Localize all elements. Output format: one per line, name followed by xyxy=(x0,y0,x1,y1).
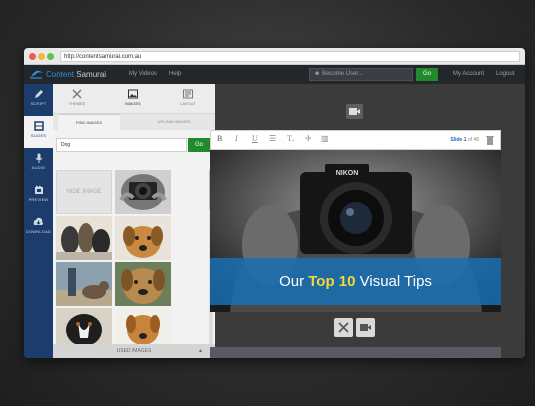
image-result-thumbnail[interactable] xyxy=(56,262,112,306)
image-result-thumbnail[interactable] xyxy=(115,216,171,260)
app-navbar: Content Samurai My Videos Help ☻ Become … xyxy=(24,65,525,84)
tool-tabs: THEMES IMAGES LAYOUT xyxy=(53,84,215,114)
bold-button[interactable]: B xyxy=(217,134,222,143)
maximize-window-dot[interactable] xyxy=(47,53,54,60)
sidebar-label-preview: PREVIEW xyxy=(28,197,49,202)
slide-video-button[interactable] xyxy=(356,318,375,337)
left-sidebar: SCRIPT SLIDES AUDIO PREVIEW DOWNLOAD xyxy=(24,84,53,358)
svg-text:NIKON: NIKON xyxy=(336,170,359,177)
logo-prefix: Content xyxy=(46,70,75,79)
move-button[interactable]: ✛ xyxy=(305,134,312,143)
dogs-group-image xyxy=(56,216,112,260)
slide-canvas[interactable]: NIKON Our Top 10 Visual Tips xyxy=(210,150,501,312)
bernese-dog-image xyxy=(56,308,112,344)
image-search-go-button[interactable]: Go xyxy=(188,138,210,152)
tab-layout-label: LAYOUT xyxy=(180,101,196,106)
user-icon: ☻ xyxy=(314,71,321,77)
nav-my-videos[interactable]: My Videos xyxy=(129,71,157,77)
dog-walking-image xyxy=(56,262,112,306)
image-source-tabs: FIND IMAGES UPLOAD IMAGES xyxy=(53,114,215,130)
sidebar-label-download: DOWNLOAD xyxy=(25,229,52,234)
image-results-grid: HIDE IMAGE xyxy=(53,170,208,344)
nav-my-account[interactable]: My Account xyxy=(453,71,484,77)
used-images-label: USED IMAGES xyxy=(116,348,152,354)
layout-icon xyxy=(183,89,193,99)
pencil-icon xyxy=(34,90,43,98)
image-result-thumbnail[interactable] xyxy=(115,170,171,214)
slide-headline-banner[interactable]: Our Top 10 Visual Tips xyxy=(210,258,501,305)
tab-images[interactable]: IMAGES xyxy=(113,87,153,106)
tab-layout[interactable]: LAYOUT xyxy=(168,87,208,106)
logo-text[interactable]: Content Samurai xyxy=(46,70,106,79)
image-result-thumbnail[interactable] xyxy=(56,216,112,260)
image-result-thumbnail[interactable] xyxy=(56,308,112,344)
next-slide-preview[interactable] xyxy=(210,347,501,358)
become-user-label: Become User... xyxy=(322,71,364,77)
slide-number: Slide 1 xyxy=(450,137,467,143)
slide-counter: Slide 1 of 48 xyxy=(450,137,479,143)
remove-slide-button[interactable] xyxy=(334,318,353,337)
video-camera-icon xyxy=(360,324,371,331)
nav-help[interactable]: Help xyxy=(169,71,181,77)
image-result-thumbnail[interactable] xyxy=(115,308,171,344)
sidebar-label-slides: SLIDES xyxy=(30,133,47,138)
sidebar-item-audio[interactable]: AUDIO xyxy=(24,148,53,180)
slide-total: of 48 xyxy=(467,137,479,143)
image-result-thumbnail[interactable] xyxy=(115,262,171,306)
golden-dog-image xyxy=(115,308,171,344)
headline-after: Visual Tips xyxy=(355,273,432,290)
slide-text-toolbar: B I U ☰ Tₓ ✛ ▥ Slide 1 of 48 xyxy=(210,130,501,150)
logo-icon xyxy=(30,70,43,79)
clear-format-button[interactable]: Tₓ xyxy=(287,134,294,143)
address-bar[interactable]: http://contentsamurai.com.au xyxy=(60,51,520,62)
image-search-row: Dog Go xyxy=(53,134,215,156)
close-window-dot[interactable] xyxy=(29,53,36,60)
video-camera-icon xyxy=(349,108,360,115)
align-button[interactable]: ☰ xyxy=(269,134,276,143)
nav-logout[interactable]: Logout xyxy=(496,71,514,77)
become-user-select[interactable]: ☻ Become User... xyxy=(309,68,413,81)
underline-button[interactable]: U xyxy=(252,134,258,143)
sidebar-label-audio: AUDIO xyxy=(31,165,46,170)
images-panel: THEMES IMAGES LAYOUT FIND IMAGES UPLOAD … xyxy=(53,84,215,358)
image-search-input[interactable]: Dog xyxy=(56,138,187,152)
cloud-download-icon xyxy=(33,217,43,225)
become-user-go-button[interactable]: Go xyxy=(416,68,438,81)
camera-photo-image xyxy=(115,170,171,214)
headline-highlight: Top 10 xyxy=(308,273,356,290)
minimize-window-dot[interactable] xyxy=(38,53,45,60)
logo-suffix: Samurai xyxy=(76,70,107,79)
headline-before: Our xyxy=(279,273,309,290)
chevron-up-icon: ▲ xyxy=(198,348,203,354)
used-images-bar[interactable]: USED IMAGES ▲ xyxy=(53,344,215,358)
dog-closeup-image xyxy=(115,262,171,306)
tab-find-images[interactable]: FIND IMAGES xyxy=(58,114,120,130)
scissors-icon xyxy=(338,322,349,333)
browser-titlebar: http://contentsamurai.com.au xyxy=(24,48,525,65)
slides-icon xyxy=(33,121,44,131)
tab-themes-label: THEMES xyxy=(68,101,86,106)
sidebar-label-script: SCRIPT xyxy=(30,101,47,106)
add-video-button[interactable] xyxy=(346,104,363,119)
layout-button[interactable]: ▥ xyxy=(321,134,329,143)
italic-button[interactable]: I xyxy=(235,134,238,143)
tab-themes[interactable]: THEMES xyxy=(57,87,97,106)
sidebar-item-script[interactable]: SCRIPT xyxy=(24,84,53,116)
image-icon xyxy=(128,89,138,99)
sidebar-item-slides[interactable]: SLIDES xyxy=(24,116,53,148)
film-icon xyxy=(34,185,43,194)
scissors-icon xyxy=(72,89,82,99)
tab-images-label: IMAGES xyxy=(125,101,141,106)
sidebar-item-preview[interactable]: PREVIEW xyxy=(24,180,53,212)
sidebar-item-download[interactable]: DOWNLOAD xyxy=(24,212,53,244)
dog-portrait-image xyxy=(115,216,171,260)
microphone-icon xyxy=(35,153,42,163)
tab-upload-images[interactable]: UPLOAD IMAGES xyxy=(143,114,205,130)
hide-image-tile[interactable]: HIDE IMAGE xyxy=(56,170,112,214)
trash-icon[interactable] xyxy=(486,135,494,145)
